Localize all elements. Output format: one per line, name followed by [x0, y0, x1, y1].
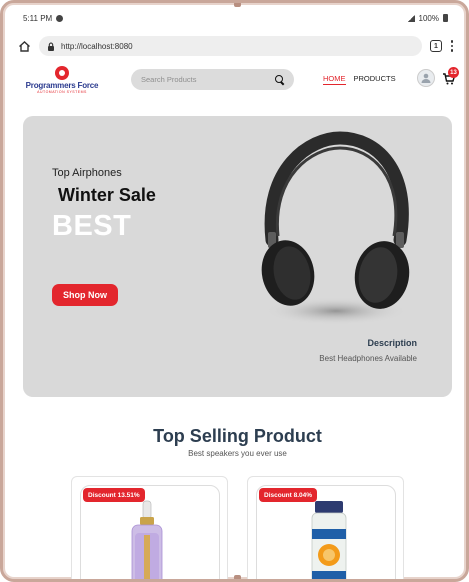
lock-icon	[47, 42, 55, 51]
product-card[interactable]: Discount 13.51%	[71, 476, 228, 579]
nav-products-link[interactable]: PRODUCTS	[354, 74, 396, 85]
section-subtitle: Best speakers you ever use	[188, 449, 287, 458]
logo-tagline: AUTOMATION SYSTEMS	[37, 90, 87, 94]
tabs-icon[interactable]: 1	[430, 40, 442, 52]
hero-eyebrow: Top Airphones	[52, 167, 122, 179]
search-icon[interactable]	[275, 75, 284, 84]
cart-count-badge: 13	[448, 67, 459, 78]
hero-description-text: Best Headphones Available	[319, 354, 417, 363]
hero-banner: Top Airphones Winter Sale BEST Shop Now	[23, 116, 452, 397]
battery-icon	[443, 14, 448, 22]
hero-title: Winter Sale	[58, 185, 156, 205]
battery-level: 100%	[418, 13, 439, 23]
device-hinge-bottom	[234, 575, 241, 579]
main-nav: HOME PRODUCTS	[323, 74, 396, 85]
logo-text: Programmers Force	[25, 81, 99, 90]
device-frame: 5:11 PM 100% http://localhost:8080 1 Pro…	[0, 0, 469, 582]
section-title: Top Selling Product	[153, 426, 322, 446]
logo-mark-icon	[55, 66, 69, 80]
serum-bottle-image	[131, 500, 163, 579]
signal-icon	[407, 14, 415, 22]
orange-drink-bottle-image	[311, 501, 347, 579]
product-card[interactable]: Discount 8.04%	[247, 476, 404, 579]
browser-toolbar: http://localhost:8080 1	[3, 33, 466, 59]
url-text: http://localhost:8080	[61, 41, 133, 51]
site-header: Programmers Force AUTOMATION SYSTEMS HOM…	[3, 61, 466, 99]
nav-home-link[interactable]: HOME	[323, 74, 346, 85]
more-menu-icon[interactable]	[450, 40, 454, 52]
headphones-image	[261, 131, 410, 325]
shop-now-button[interactable]: Shop Now	[52, 284, 118, 306]
home-icon[interactable]	[17, 39, 31, 53]
address-bar[interactable]: http://localhost:8080	[39, 36, 422, 56]
status-bar: 5:11 PM 100%	[3, 3, 466, 33]
search-bar	[131, 69, 294, 90]
user-avatar-icon[interactable]	[417, 69, 435, 87]
hero-description-title: Description	[367, 338, 417, 348]
notification-icon	[56, 14, 64, 22]
logo[interactable]: Programmers Force AUTOMATION SYSTEMS	[23, 66, 101, 94]
status-time: 5:11 PM	[23, 13, 53, 23]
search-input[interactable]	[141, 75, 261, 84]
hero-big-text: BEST	[52, 210, 132, 242]
